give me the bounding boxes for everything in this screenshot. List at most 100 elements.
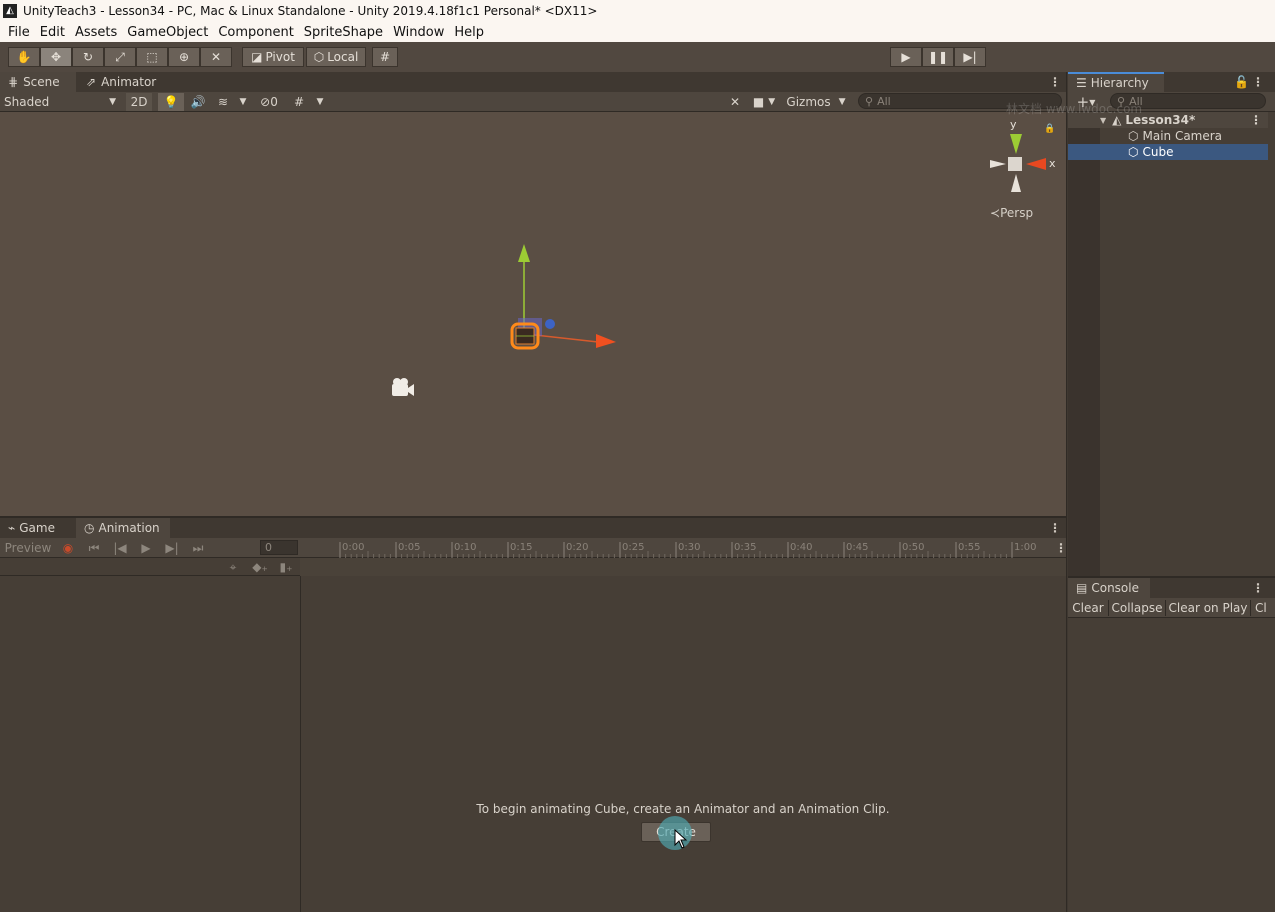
timeline-ruler[interactable]: 0:00 0:05 0:10 0:15 0:20 0:25 0:30 0:35 0:40 0:45…: [302, 538, 1052, 558]
first-keyframe-icon: ⏮: [88, 540, 100, 555]
ruler-tick-label: 0:40: [790, 542, 812, 553]
gameobject-icon: ⬡: [1128, 129, 1139, 143]
hierarchy-item-main-camera[interactable]: ⬡ Main Camera: [1068, 128, 1268, 144]
custom-tool-button[interactable]: ✕: [200, 47, 232, 67]
gameobject-icon: ⬡: [1128, 145, 1139, 159]
scene-tab-bar: ⋕ Scene ⇗ Animator ⋮: [0, 72, 1066, 92]
grid-snap-button[interactable]: #: [372, 47, 398, 67]
console-kebab-icon[interactable]: ⋮: [1252, 581, 1264, 595]
tab-animator-label: Animator: [101, 75, 157, 89]
effects-dropdown[interactable]: ▼: [236, 93, 250, 111]
scene-tools-button[interactable]: ✕: [724, 93, 746, 111]
menu-spriteshape[interactable]: SpriteShape: [299, 25, 388, 40]
menu-window[interactable]: Window: [388, 25, 449, 40]
orientation-gizmo[interactable]: [990, 134, 1046, 192]
camera-settings-button[interactable]: ■ ▼: [748, 93, 780, 111]
hand-tool-button[interactable]: ✋: [8, 47, 40, 67]
console-clear-on-build-button[interactable]: Cl: [1251, 599, 1273, 617]
menu-edit[interactable]: Edit: [35, 25, 70, 40]
record-button[interactable]: ◉: [58, 539, 78, 557]
layers-icon: ≋: [217, 95, 229, 109]
speaker-icon: 🔊: [190, 95, 206, 109]
ruler-ticks: 0:00 0:05 0:10 0:15 0:20 0:25 0:30 0:35 0:40 0:45…: [339, 542, 1036, 558]
camera-gizmo-icon[interactable]: [392, 378, 414, 396]
frame-input[interactable]: 0: [260, 540, 298, 555]
hierarchy-kebab-icon[interactable]: ⋮: [1252, 75, 1264, 89]
menu-help[interactable]: Help: [449, 25, 489, 40]
scene-kebab-icon[interactable]: ⋮: [1250, 113, 1262, 127]
play-button[interactable]: ▶: [890, 47, 922, 67]
toggle-2d-button[interactable]: 2D: [126, 93, 152, 111]
scene-viewport[interactable]: y x 🔒 ≺Persp: [0, 112, 1066, 516]
last-keyframe-button[interactable]: ⏭: [186, 539, 210, 557]
audio-toggle[interactable]: 🔊: [186, 93, 210, 111]
chevron-down-icon: ▼: [838, 97, 846, 107]
rotate-icon: ↻: [82, 50, 94, 64]
animation-split-divider[interactable]: [300, 576, 301, 912]
shading-mode-dropdown[interactable]: Shaded ▼: [0, 93, 122, 111]
tab-animator[interactable]: ⇗ Animator: [78, 72, 158, 92]
local-toggle[interactable]: ⬡ Local: [306, 47, 366, 67]
add-event-button[interactable]: ▮₊: [276, 558, 296, 576]
preview-button[interactable]: Preview: [0, 539, 56, 557]
record-icon: ◉: [62, 541, 74, 555]
scene-graphics: [392, 134, 1046, 396]
rect-tool-button[interactable]: ⬚: [136, 47, 168, 67]
console-clear-on-play-button[interactable]: Clear on Play: [1166, 599, 1250, 617]
tab-animation[interactable]: ◷ Animation: [76, 518, 170, 538]
cube-object[interactable]: [510, 322, 540, 350]
hierarchy-item-cube[interactable]: ⬡ Cube: [1068, 144, 1268, 160]
tab-hierarchy[interactable]: ☰ Hierarchy: [1068, 72, 1164, 92]
grid-toggle[interactable]: #: [288, 93, 310, 111]
tab-console[interactable]: ▤ Console: [1068, 578, 1150, 598]
console-clear-button[interactable]: Clear: [1068, 599, 1108, 617]
add-keyframe-button[interactable]: ◆₊: [248, 558, 272, 576]
effects-toggle[interactable]: ≋: [212, 93, 234, 111]
move-tool-button[interactable]: ✥: [40, 47, 72, 67]
lock-icon[interactable]: 🔒: [1044, 124, 1055, 134]
gizmos-dropdown[interactable]: Gizmos ▼: [782, 93, 850, 111]
perspective-toggle[interactable]: ≺Persp: [990, 206, 1033, 220]
pivot-toggle[interactable]: ◪ Pivot: [242, 47, 304, 67]
transform-icon: ⊕: [178, 50, 190, 64]
tab-scene[interactable]: ⋕ Scene: [0, 72, 76, 92]
clock-icon: ◷: [84, 521, 95, 535]
ruler-tick-label: 0:55: [958, 542, 980, 553]
pause-button[interactable]: ❚❚: [922, 47, 954, 67]
animation-kebab-icon[interactable]: ⋮: [1049, 521, 1061, 535]
bottom-tab-bar: ⌁ Game ◷ Animation ⋮: [0, 518, 1066, 538]
rotate-tool-button[interactable]: ↻: [72, 47, 104, 67]
step-button[interactable]: ▶|: [954, 47, 986, 67]
event-lane[interactable]: [302, 558, 1054, 576]
hierarchy-title: Hierarchy: [1090, 76, 1149, 90]
console-collapse-button[interactable]: Collapse: [1109, 599, 1165, 617]
scale-tool-button[interactable]: ⤢: [104, 47, 136, 67]
anim-play-button[interactable]: ▶: [134, 539, 158, 557]
prev-keyframe-button[interactable]: |◀: [108, 539, 132, 557]
next-keyframe-button[interactable]: ▶|: [160, 539, 184, 557]
menu-file[interactable]: File: [3, 25, 35, 40]
console-icon: ▤: [1076, 581, 1088, 595]
transform-tool-button[interactable]: ⊕: [168, 47, 200, 67]
lock-icon[interactable]: 🔓: [1234, 75, 1249, 89]
menu-component[interactable]: Component: [213, 25, 298, 40]
perspective-label: Persp: [1000, 206, 1034, 220]
right-column-divider[interactable]: [1066, 72, 1067, 912]
ruler-tick-label: 0:25: [622, 542, 644, 553]
filter-button[interactable]: ⌖: [222, 558, 244, 576]
scene-kebab-icon[interactable]: ⋮: [1049, 75, 1061, 89]
preview-label: Preview: [4, 541, 52, 555]
light-bulb-icon: 💡: [163, 95, 179, 109]
list-icon: ☰: [1076, 76, 1087, 90]
lighting-toggle[interactable]: 💡: [158, 93, 184, 111]
menu-assets[interactable]: Assets: [70, 25, 122, 40]
first-keyframe-button[interactable]: ⏮: [82, 539, 106, 557]
ruler-tick-label: 0:10: [454, 542, 476, 553]
hidden-objects-toggle[interactable]: ⊘ 0: [254, 93, 284, 111]
grid-dropdown[interactable]: ▼: [312, 93, 328, 111]
menu-gameobject[interactable]: GameObject: [122, 25, 213, 40]
tab-game[interactable]: ⌁ Game: [0, 518, 74, 538]
ruler-tick-label: 0:15: [510, 542, 532, 553]
hand-icon: ✋: [16, 50, 32, 64]
gamepad-icon: ⌁: [8, 521, 16, 535]
